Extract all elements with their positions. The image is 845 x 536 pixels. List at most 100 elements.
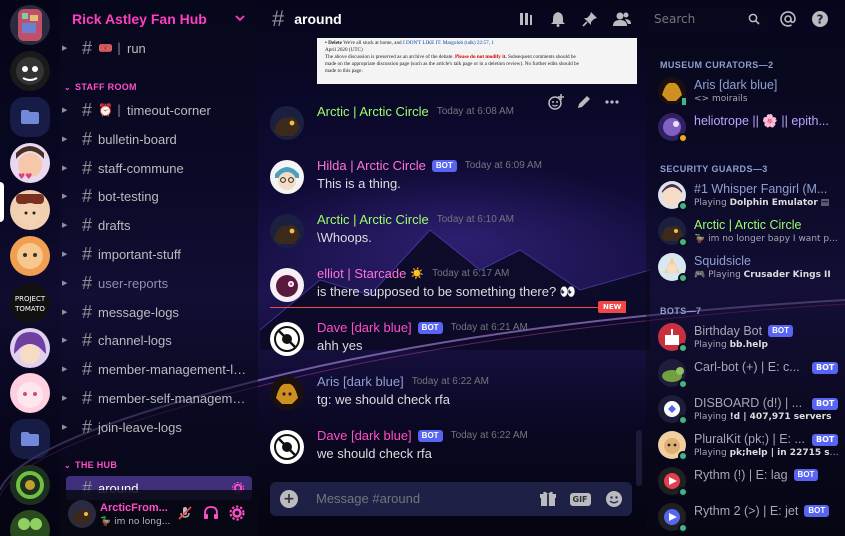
channel-run[interactable]: ▶ # 🎟️ | run — [62, 36, 252, 60]
collapse-arrow-icon: ▶ — [62, 106, 68, 114]
avatar[interactable] — [270, 106, 304, 140]
collapse-arrow-icon: ▶ — [62, 279, 68, 287]
member-item[interactable]: Carl-bot (+) | E: c... BOT — [656, 356, 842, 392]
message-author[interactable]: Arctic | Arctic Circle — [317, 104, 429, 119]
emoji-button[interactable] — [604, 489, 624, 509]
avatar[interactable] — [270, 268, 304, 302]
channel-bot-testing[interactable]: ▶ # bot-testing — [62, 184, 252, 208]
avatar[interactable] — [68, 500, 96, 528]
server-project-tomato-icon[interactable]: PROJECT TOMATO — [10, 283, 50, 323]
server-purple-hair-icon[interactable] — [10, 328, 50, 368]
member-item[interactable]: Rythm (!) | E: lag BOT — [656, 464, 842, 500]
bot-badge: BOT — [417, 429, 443, 442]
pinned-messages-button[interactable] — [580, 9, 600, 29]
channel-member-self-management[interactable]: ▶ # member-self-manageme... — [62, 386, 252, 410]
member-item[interactable]: Aris [dark blue] <> moirails — [656, 74, 842, 110]
message-list: • Delete We're all stuck at home, and I … — [258, 38, 644, 484]
channel-label: user-reports — [98, 275, 169, 291]
role-header: MUSEUM CURATORS—2 — [660, 60, 774, 70]
message-author[interactable]: Arctic | Arctic Circle — [317, 212, 429, 227]
server-green-ring-icon[interactable] — [10, 465, 50, 505]
avatar[interactable] — [270, 160, 304, 194]
message-text: ahh yes — [317, 338, 363, 353]
category-the-hub[interactable]: ⌄ THE HUB — [64, 457, 117, 473]
message-timestamp: Today at 6:17 AM — [432, 268, 510, 279]
message-author-line: Arctic | Arctic Circle Today at 6:10 AM — [317, 212, 514, 227]
avatar[interactable] — [270, 214, 304, 248]
message-scrollbar[interactable] — [636, 430, 642, 486]
role-header: BOTS—7 — [660, 306, 702, 316]
chevron-down-icon[interactable] — [234, 12, 246, 24]
member-item[interactable]: Arctic | Arctic Circle 🦆 im no longer ba… — [656, 214, 842, 250]
gif-button[interactable]: GIF — [569, 489, 591, 509]
category-staff-room[interactable]: ⌄ STAFF ROOM — [64, 79, 137, 95]
server-green-goggles-icon[interactable] — [10, 510, 50, 536]
threads-button[interactable] — [516, 9, 536, 29]
channel-timeout-corner[interactable]: ▶ # ⏰ | timeout-corner — [62, 98, 252, 122]
embedded-screenshot[interactable]: • Delete We're all stuck at home, and I … — [317, 38, 637, 84]
channel-user-reports[interactable]: ▶ # user-reports — [62, 271, 252, 295]
member-status: <> moirails — [694, 94, 748, 104]
avatar — [658, 181, 688, 211]
channel-label: drafts — [98, 217, 131, 233]
server-folder-icon[interactable] — [10, 419, 50, 459]
message-text: This is a thing. — [317, 176, 401, 191]
channel-join-leave-logs[interactable]: ▶ # join-leave-logs — [62, 415, 252, 439]
collapse-arrow-icon: ▶ — [62, 192, 68, 200]
server-mosaic-icon[interactable] — [10, 5, 50, 45]
embed-text: We're all stuck at home, and — [343, 40, 403, 46]
member-item[interactable]: #1 Whisper Fangirl (M... Playing Dolphin… — [656, 178, 842, 214]
channel-message-logs[interactable]: ▶ # message-logs — [62, 300, 252, 324]
avatar[interactable] — [270, 430, 304, 464]
member-item[interactable]: Birthday Bot BOT Playing bb.help — [656, 320, 842, 356]
channel-member-management-logs[interactable]: ▶ # member-management-logs — [62, 357, 252, 381]
mute-button[interactable] — [176, 504, 194, 522]
collapse-arrow-icon: ▶ — [62, 221, 68, 229]
server-shadow-mask-icon[interactable] — [10, 51, 50, 91]
server-folder-icon[interactable] — [10, 97, 50, 137]
message: Aris [dark blue] Today at 6:22 AM tg: we… — [258, 372, 644, 420]
member-item[interactable]: Squidsicle 🎮 Playing Crusader Kings II — [656, 250, 842, 286]
channel-drafts[interactable]: ▶ # drafts — [62, 213, 252, 237]
channel-important-stuff[interactable]: ▶ # important-stuff — [62, 242, 252, 266]
channel-channel-logs[interactable]: ▶ # channel-logs — [62, 328, 252, 352]
server-orange-face-icon[interactable] — [10, 236, 50, 276]
upload-plus-icon[interactable]: + — [280, 490, 298, 508]
deafen-button[interactable] — [202, 504, 220, 522]
notifications-button[interactable] — [548, 9, 568, 29]
message-input[interactable]: Message #around — [316, 491, 420, 506]
bot-badge: BOT — [768, 325, 793, 337]
message-author[interactable]: Dave [dark blue] — [317, 320, 412, 335]
separator: | — [116, 41, 121, 55]
server-hat-girl-icon[interactable] — [10, 190, 50, 230]
server-girl-hearts-icon[interactable]: ♥♥ — [10, 143, 50, 183]
member-item[interactable]: DISBOARD (d!) | ... BOT Playing !d | 407… — [656, 392, 842, 428]
message-author[interactable]: Dave [dark blue] — [317, 428, 412, 443]
message-author[interactable]: elliot | Starcade — [317, 266, 406, 281]
user-settings-button[interactable] — [228, 504, 246, 522]
avatar[interactable] — [270, 322, 304, 356]
member-item[interactable]: PluralKit (pk;) | E: ... BOT Playing pk;… — [656, 428, 842, 464]
member-name: Arctic | Arctic Circle — [694, 218, 802, 232]
message: Arctic | Arctic Circle Today at 6:10 AM … — [258, 210, 644, 258]
activity-name: !d | 407,971 servers — [729, 412, 832, 422]
member-item[interactable]: heliotrope || 🌸 || epith... — [656, 110, 842, 146]
avatar[interactable] — [270, 376, 304, 410]
mentions-button[interactable] — [778, 9, 798, 29]
server-pink-girl-icon[interactable] — [10, 373, 50, 413]
message-text: tg: we should check rfa — [317, 392, 450, 407]
message: Arctic | Arctic Circle Today at 6:08 AM — [258, 102, 644, 150]
gift-button[interactable] — [538, 489, 558, 509]
message-author[interactable]: Hilda | Arctic Circle — [317, 158, 426, 173]
channel-staff-commune[interactable]: ▶ # staff-commune — [62, 156, 252, 180]
member-list-button[interactable] — [612, 9, 632, 29]
message-author[interactable]: Aris [dark blue] — [317, 374, 404, 389]
channel-bulletin-board[interactable]: ▶ # bulletin-board — [62, 127, 252, 151]
server-header[interactable]: Rick Astley Fan Hub — [60, 0, 258, 38]
online-status-icon — [678, 237, 688, 247]
member-item[interactable]: Rythm 2 (>) | E: jet BOT — [656, 500, 842, 536]
help-button[interactable]: ? — [810, 9, 830, 29]
hash-icon: # — [81, 157, 92, 178]
role-header: SECURITY GUARDS—3 — [660, 164, 768, 174]
search-input[interactable]: Search — [646, 7, 768, 31]
